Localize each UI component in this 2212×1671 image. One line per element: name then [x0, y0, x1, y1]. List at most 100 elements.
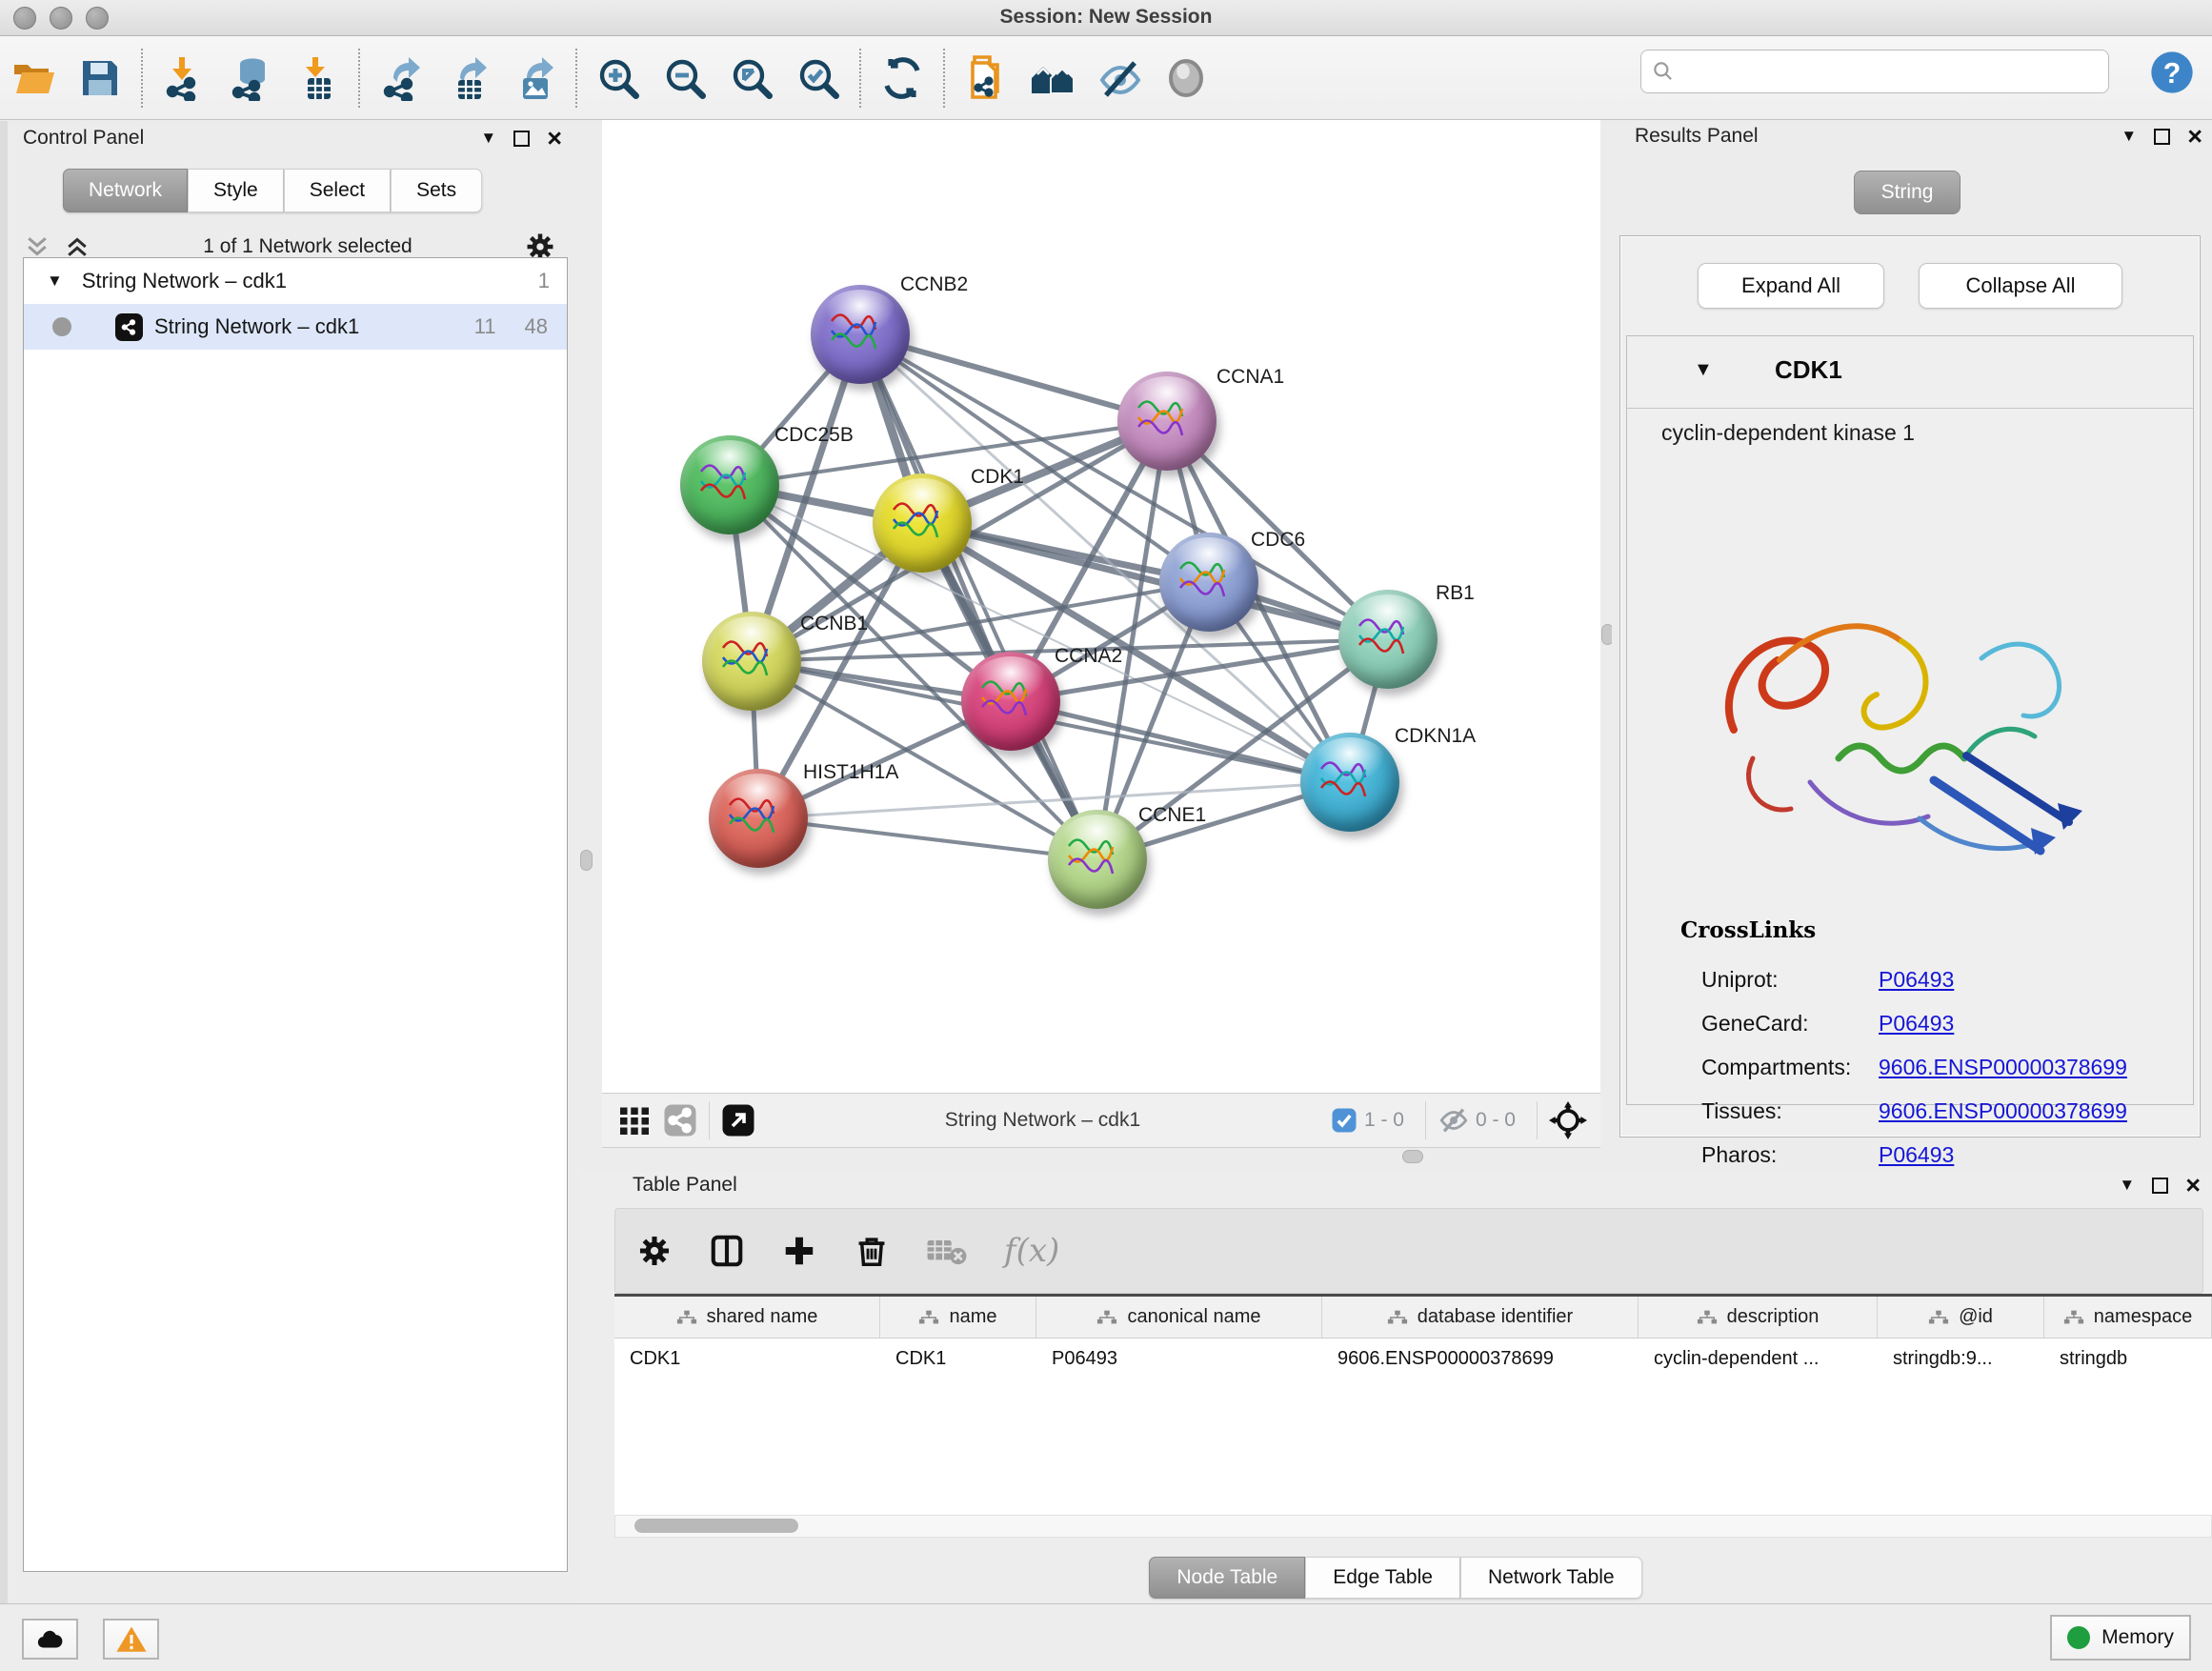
- table-cell[interactable]: CDK1: [880, 1339, 1036, 1379]
- toolbar-separator: [358, 49, 360, 108]
- network-node-ccna1[interactable]: [1117, 372, 1217, 471]
- table-horizontal-scrollbar[interactable]: [614, 1515, 2212, 1538]
- network-node-ccnb2[interactable]: [811, 285, 910, 384]
- toolbar-separator: [575, 49, 577, 108]
- tab-network[interactable]: Network: [63, 169, 188, 212]
- center-view-crosshair-icon[interactable]: [1549, 1101, 1587, 1139]
- export-table-button[interactable]: [434, 48, 501, 109]
- network-edge[interactable]: [1011, 701, 1350, 782]
- network-edge[interactable]: [758, 818, 1097, 859]
- results-panel-close-icon[interactable]: ×: [2187, 129, 2202, 145]
- results-panel-maximize-icon[interactable]: [2154, 129, 2170, 145]
- open-session-button[interactable]: [0, 48, 67, 109]
- network-share-icon[interactable]: [663, 1103, 697, 1137]
- open-in-window-icon[interactable]: [721, 1103, 755, 1137]
- table-cell[interactable]: cyclin-dependent ...: [1639, 1339, 1878, 1379]
- network-canvas[interactable]: CCNB2CCNA1CDC25BCDK1CDC6RB1CCNB1CCNA2CDK…: [602, 120, 1600, 1093]
- network-document-button[interactable]: [953, 48, 1019, 109]
- network-status-dot-icon: [52, 317, 71, 336]
- apply-layout-button[interactable]: [869, 48, 935, 109]
- tree-expander-icon[interactable]: ▼: [47, 272, 63, 291]
- cloud-icon: [34, 1623, 67, 1656]
- scrollbar-thumb[interactable]: [634, 1519, 798, 1533]
- table-panel-maximize-icon[interactable]: [2152, 1178, 2168, 1194]
- collapse-all-button[interactable]: Collapse All: [1919, 263, 2122, 309]
- column-header-id[interactable]: @id: [1878, 1297, 2044, 1338]
- results-panel-float-icon[interactable]: ▼: [2121, 127, 2137, 146]
- zoom-in-button[interactable]: [585, 48, 652, 109]
- crosslink-value-link[interactable]: P06493: [1879, 967, 1954, 993]
- search-input[interactable]: [1676, 60, 2099, 84]
- show-home-panels-button[interactable]: [1019, 48, 1086, 109]
- network-collection-row[interactable]: ▼ String Network – cdk1 1: [24, 258, 567, 304]
- hide-panel-icon: [1096, 55, 1142, 101]
- column-header-database-identifier[interactable]: database identifier: [1322, 1297, 1639, 1338]
- selected-checkbox-icon[interactable]: [1330, 1106, 1358, 1135]
- sphere-button[interactable]: [1153, 48, 1219, 109]
- network-node-rb1[interactable]: [1338, 590, 1438, 689]
- network-node-ccnb1[interactable]: [702, 612, 801, 711]
- tab-node-table[interactable]: Node Table: [1149, 1557, 1305, 1599]
- network-node-cdc6[interactable]: [1159, 533, 1258, 632]
- cloud-status-button[interactable]: [22, 1619, 78, 1660]
- network-node-cdkn1a[interactable]: [1300, 733, 1399, 832]
- toolbar-separator: [943, 49, 945, 108]
- expand-all-button[interactable]: Expand All: [1698, 263, 1884, 309]
- horizontal-splitter-handle[interactable]: [1402, 1150, 1423, 1163]
- zoom-out-button[interactable]: [652, 48, 718, 109]
- network-row[interactable]: String Network – cdk1 11 48: [24, 304, 567, 350]
- zoom-fit-button[interactable]: [718, 48, 785, 109]
- import-network-file-button[interactable]: [151, 48, 217, 109]
- network-node-cdk1[interactable]: [873, 473, 972, 573]
- column-header-namespace[interactable]: namespace: [2044, 1297, 2212, 1338]
- crosslink-value-link[interactable]: P06493: [1879, 1011, 1954, 1037]
- table-row[interactable]: CDK1CDK1P064939606.ENSP00000378699cyclin…: [614, 1339, 2212, 1379]
- table-cell[interactable]: P06493: [1036, 1339, 1322, 1379]
- tab-string[interactable]: String: [1854, 171, 1961, 214]
- network-node-hist1h1a[interactable]: [709, 769, 808, 868]
- network-node-ccna2[interactable]: [961, 652, 1060, 751]
- control-panel-float-icon[interactable]: ▼: [480, 129, 496, 148]
- warnings-button[interactable]: [103, 1619, 159, 1660]
- hide-panel-button[interactable]: [1086, 48, 1153, 109]
- export-image-button[interactable]: [501, 48, 568, 109]
- column-header-name[interactable]: name: [880, 1297, 1036, 1338]
- column-header-shared-name[interactable]: shared name: [614, 1297, 880, 1338]
- table-cell[interactable]: stringdb:9...: [1878, 1339, 2044, 1379]
- control-panel-maximize-icon[interactable]: [513, 131, 530, 147]
- control-panel-close-icon[interactable]: ×: [547, 131, 562, 147]
- table-options-gear-icon[interactable]: [636, 1233, 673, 1269]
- add-column-icon[interactable]: [781, 1233, 817, 1269]
- export-network-button[interactable]: [368, 48, 434, 109]
- crosslink-value-link[interactable]: P06493: [1879, 1142, 1954, 1168]
- node-section-header[interactable]: ▼ CDK1: [1627, 336, 2193, 409]
- crosslink-value-link[interactable]: 9606.ENSP00000378699: [1879, 1098, 2127, 1124]
- birds-eye-grid-icon[interactable]: [617, 1103, 652, 1137]
- network-node-ccne1[interactable]: [1048, 810, 1147, 909]
- help-button[interactable]: ?: [2147, 48, 2197, 97]
- tab-style[interactable]: Style: [188, 169, 284, 212]
- table-panel-close-icon[interactable]: ×: [2185, 1178, 2201, 1194]
- zoom-selected-button[interactable]: [785, 48, 852, 109]
- memory-button[interactable]: Memory: [2050, 1615, 2191, 1661]
- tab-select[interactable]: Select: [284, 169, 391, 212]
- import-network-database-button[interactable]: [217, 48, 284, 109]
- tab-edge-table[interactable]: Edge Table: [1305, 1557, 1460, 1599]
- hidden-eye-icon[interactable]: [1438, 1104, 1470, 1137]
- column-header-canonical-name[interactable]: canonical name: [1036, 1297, 1322, 1338]
- table-panel-float-icon[interactable]: ▼: [2119, 1176, 2135, 1195]
- table-cell[interactable]: CDK1: [614, 1339, 880, 1379]
- tab-network-table[interactable]: Network Table: [1460, 1557, 1642, 1599]
- save-session-button[interactable]: [67, 48, 133, 109]
- table-cell[interactable]: stringdb: [2044, 1339, 2212, 1379]
- crosslink-value-link[interactable]: 9606.ENSP00000378699: [1879, 1055, 2127, 1080]
- tab-sets[interactable]: Sets: [391, 169, 482, 212]
- import-table-file-button[interactable]: [284, 48, 351, 109]
- table-cell[interactable]: 9606.ENSP00000378699: [1322, 1339, 1639, 1379]
- delete-column-trash-icon[interactable]: [854, 1233, 890, 1269]
- column-header-description[interactable]: description: [1639, 1297, 1878, 1338]
- section-expander-icon[interactable]: ▼: [1694, 359, 1713, 381]
- show-columns-icon[interactable]: [709, 1233, 745, 1269]
- network-node-cdc25b[interactable]: [680, 435, 779, 534]
- left-splitter-handle[interactable]: [580, 850, 593, 871]
